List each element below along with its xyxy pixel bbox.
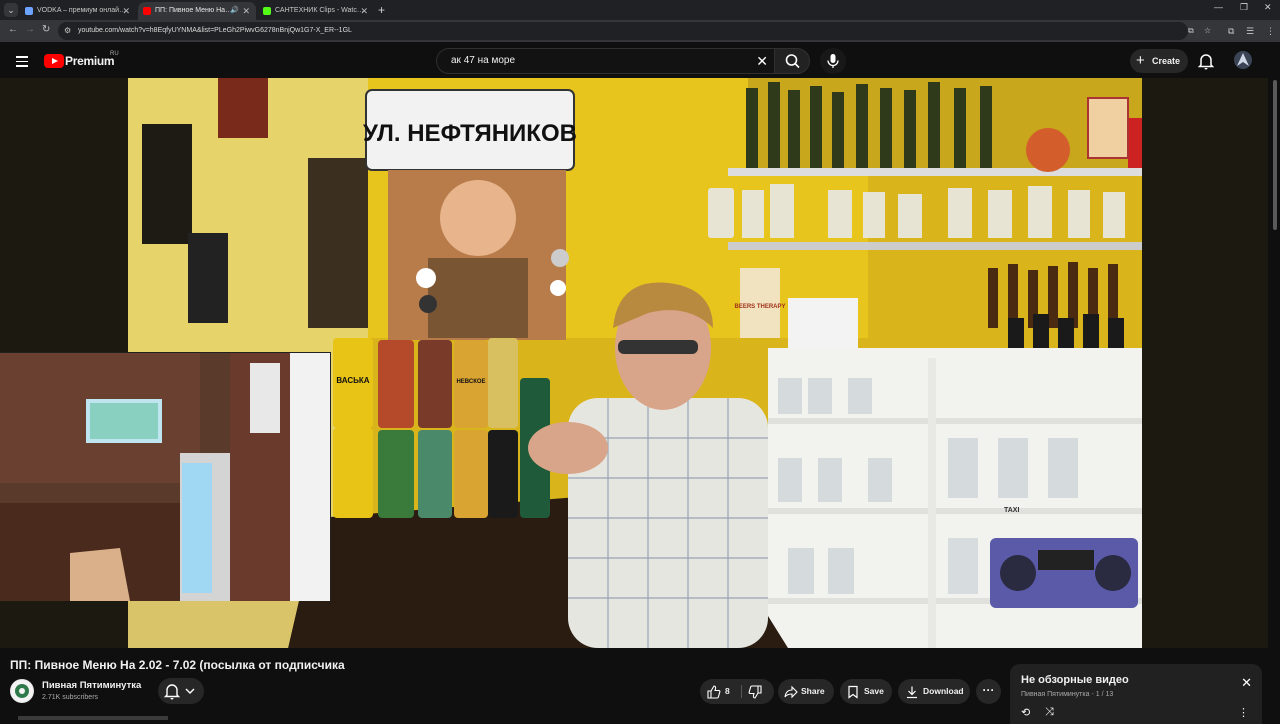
browser-tab-vodka[interactable]: VODKA – премиум онлайн-ка ✕ <box>20 2 136 20</box>
plus-icon: + <box>1136 52 1145 69</box>
share-arrow-icon <box>784 685 798 699</box>
beers-therapy-text: BEERS THERAPY <box>734 304 785 310</box>
channel-logo-icon <box>11 680 33 702</box>
avatar-icon <box>1237 53 1249 66</box>
like-dislike-group: 8 <box>700 679 774 704</box>
scrollbar-thumb[interactable] <box>1273 80 1277 230</box>
profile-icon[interactable]: ☰ <box>1246 26 1254 36</box>
youtube-logo-icon[interactable] <box>44 54 64 68</box>
chevron-down-icon <box>185 688 195 694</box>
playlist-owner[interactable]: Пивная Пятиминутка <box>1021 691 1090 698</box>
voice-search-button[interactable] <box>820 48 846 74</box>
bookmark-icon <box>848 685 858 699</box>
search-button[interactable] <box>774 48 810 74</box>
loading-bar <box>18 716 168 720</box>
search-icon <box>785 54 800 69</box>
youtube-favicon-icon <box>143 7 151 15</box>
logo-text[interactable]: Premium <box>65 54 115 68</box>
close-tab-icon[interactable]: ✕ <box>242 2 250 20</box>
close-tab-icon[interactable]: ✕ <box>360 2 368 20</box>
share-button[interactable]: Share <box>778 679 834 704</box>
maximize-icon[interactable]: ❐ <box>1240 2 1248 13</box>
site-info-icon[interactable]: ⚙ <box>64 26 73 35</box>
extensions-icon[interactable]: ⧉ <box>1228 26 1234 36</box>
can-label-vaska: ВАСЬКА <box>336 376 369 385</box>
close-playlist-icon[interactable]: ✕ <box>1241 676 1252 689</box>
street-sign-text: УЛ. НЕФТЯНИКОВ <box>363 120 577 147</box>
tab-search-button[interactable]: ⌄ <box>4 3 18 17</box>
open-in-app-icon[interactable]: ⧉ <box>1188 26 1197 35</box>
download-button[interactable]: Download <box>898 679 970 704</box>
browser-tab-kick[interactable]: САНТЕХНИК Clips - Watch Li ✕ <box>258 2 374 20</box>
bookmark-star-icon[interactable]: ☆ <box>1204 26 1213 35</box>
create-button[interactable]: + Create <box>1130 49 1188 73</box>
address-bar[interactable]: ⚙ youtube.com/watch?v=h8EqfyUYNMA&list=P… <box>58 22 1211 40</box>
kick-favicon-icon <box>263 7 271 15</box>
video-player[interactable]: УЛ. НЕФТЯНИКОВ BEERS THERAPY TAXI ВАСЬКА… <box>0 78 1268 648</box>
vodka-favicon-icon <box>25 7 33 15</box>
playlist-position: 1 / 13 <box>1095 691 1114 698</box>
playlist-menu-icon[interactable]: ⋮ <box>1238 706 1249 719</box>
thumb-down-icon <box>748 685 762 699</box>
bell-icon <box>1197 54 1215 70</box>
thumb-up-icon <box>707 685 721 699</box>
bell-icon <box>163 684 181 700</box>
like-button[interactable]: 8 <box>700 679 740 704</box>
download-icon <box>907 686 917 699</box>
notifications-button[interactable] <box>1197 52 1215 75</box>
save-button[interactable]: Save <box>840 679 892 704</box>
audio-playing-icon[interactable]: 🔊 <box>230 2 239 20</box>
menu-kebab-icon[interactable]: ⋮ <box>1266 26 1275 36</box>
new-tab-button[interactable]: + <box>378 2 385 18</box>
back-icon[interactable]: ← <box>8 24 18 35</box>
can-label-nevskoe: НЕВСКОЕ <box>456 379 485 385</box>
subscriber-count: 2.71K subscribers <box>42 694 99 701</box>
playlist-meta: Пивная Пятиминутка - 1 / 13 <box>1021 691 1113 698</box>
browser-tab-youtube[interactable]: ПП: Пивное Меню На 2.02 🔊 ✕ <box>138 2 256 20</box>
dislike-button[interactable] <box>742 679 774 704</box>
forward-icon[interactable]: → <box>25 24 35 35</box>
playlist-panel: Не обзорные видео Пивная Пятиминутка - 1… <box>1010 664 1262 724</box>
channel-avatar[interactable] <box>10 679 34 703</box>
subscribed-notifications-button[interactable] <box>158 678 204 704</box>
more-horizontal-icon: ··· <box>982 683 995 697</box>
picture-in-picture-inset <box>0 352 331 601</box>
video-title: ПП: Пивное Меню На 2.02 - 7.02 (посылка … <box>10 658 345 672</box>
account-avatar[interactable] <box>1234 51 1252 69</box>
browser-tab-bar: ⌄ VODKA – премиум онлайн-ка ✕ ПП: Пивное… <box>0 0 1280 20</box>
close-window-icon[interactable]: ✕ <box>1264 2 1272 13</box>
close-tab-icon[interactable]: ✕ <box>122 2 130 20</box>
channel-name[interactable]: Пивная Пятиминутка <box>42 680 141 691</box>
taxi-label: TAXI <box>1004 507 1019 514</box>
clear-search-icon[interactable]: ✕ <box>756 49 768 73</box>
more-actions-button[interactable]: ··· <box>976 679 1001 704</box>
youtube-header: Premium RU ак 47 на море ✕ + Create <box>0 42 1280 78</box>
reload-icon[interactable]: ↻ <box>42 24 50 35</box>
search-input[interactable]: ак 47 на море ✕ <box>436 48 774 74</box>
loop-icon[interactable]: ⟲ <box>1021 706 1030 719</box>
shuffle-icon[interactable]: ⤨ <box>1045 706 1054 719</box>
logo-region: RU <box>110 51 119 57</box>
microphone-icon <box>827 54 839 68</box>
browser-toolbar: ← → ↻ ⚙ youtube.com/watch?v=h8EqfyUYNMA&… <box>0 20 1280 42</box>
menu-hamburger-icon[interactable] <box>16 56 28 67</box>
playlist-title[interactable]: Не обзорные видео <box>1021 674 1129 686</box>
minimize-icon[interactable]: — <box>1214 2 1223 12</box>
